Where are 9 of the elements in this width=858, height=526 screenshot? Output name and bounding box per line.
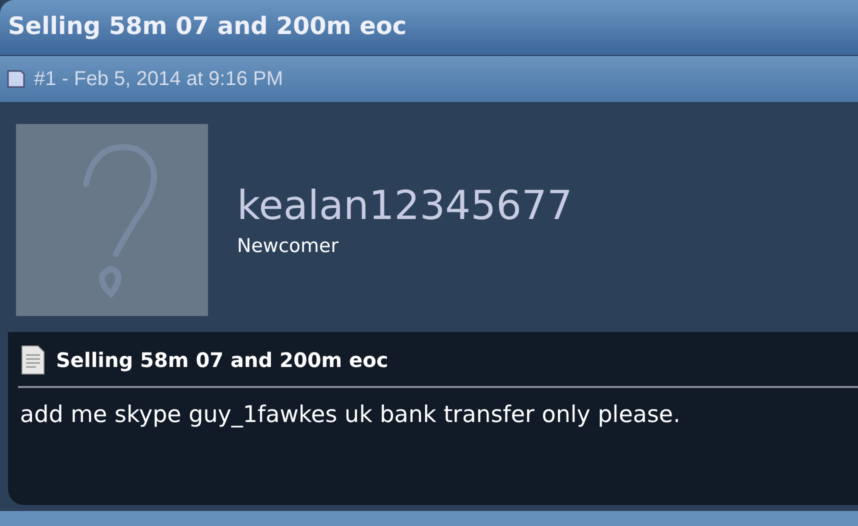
post-message: add me skype guy_1fawkes uk bank transfer only please. [20, 402, 682, 428]
user-rank: Newcomer [237, 235, 340, 257]
page-icon [6, 69, 26, 89]
document-icon [20, 345, 46, 375]
username[interactable]: kealan12345677 [237, 183, 572, 229]
post-title: Selling 58m 07 and 200m eoc [56, 348, 388, 372]
avatar-placeholder-icon [16, 124, 208, 316]
post-number-date: #1 - Feb 5, 2014 at 9:16 PM [34, 68, 284, 90]
thread-title: Selling 58m 07 and 200m eoc [0, 0, 858, 55]
